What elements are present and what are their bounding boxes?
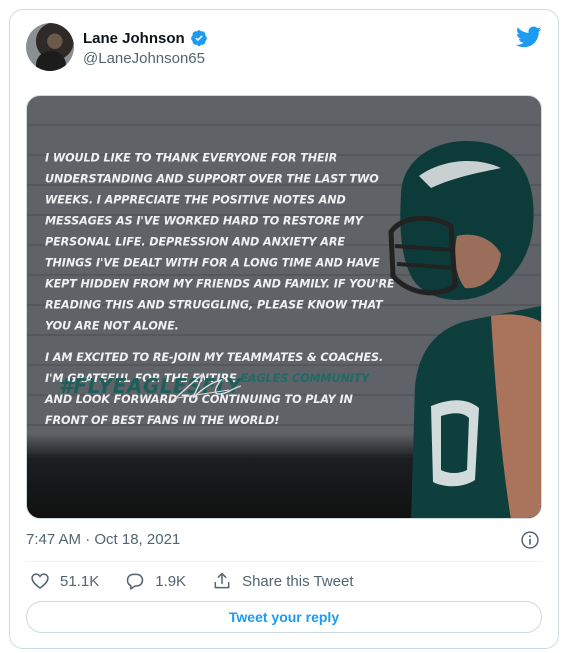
- share-button[interactable]: Share this Tweet: [212, 571, 354, 591]
- heart-icon: [31, 573, 49, 590]
- avatar[interactable]: [26, 23, 74, 71]
- verified-badge-icon: [190, 30, 207, 47]
- twitter-bird-icon[interactable]: [516, 24, 542, 50]
- divider: [26, 561, 542, 562]
- like-count: 51.1K: [60, 572, 100, 590]
- info-icon[interactable]: [520, 530, 540, 550]
- reply-action-button[interactable]: 1.9K: [125, 571, 186, 591]
- share-icon: [214, 572, 230, 589]
- player-photo: [388, 140, 541, 518]
- share-label: Share this Tweet: [242, 572, 354, 590]
- tweet-card: Lane Johnson @LaneJohnson65 I would like…: [9, 9, 559, 649]
- author-name-row: Lane Johnson: [83, 29, 208, 47]
- reply-button-label: Tweet your reply: [228, 609, 340, 625]
- tweet-image[interactable]: I would like to thank everyone for their…: [26, 95, 542, 519]
- tweet-your-reply-button[interactable]: Tweet your reply: [26, 601, 542, 633]
- signature-graphic: [170, 372, 242, 403]
- reply-bubble-icon: [126, 573, 144, 590]
- like-button[interactable]: 51.1K: [30, 571, 99, 591]
- statement-p2-highlight: Eagles community: [240, 371, 370, 386]
- tweet-timestamp[interactable]: 7:47 AM · Oct 18, 2021: [26, 531, 180, 548]
- statement-paragraph-1: I would like to thank everyone for their…: [45, 151, 395, 333]
- action-bar: 51.1K 1.9K Share this Tweet: [30, 571, 380, 591]
- author-handle[interactable]: @LaneJohnson65: [83, 50, 205, 67]
- reply-count: 1.9K: [155, 572, 187, 590]
- author-display-name[interactable]: Lane Johnson: [83, 30, 185, 47]
